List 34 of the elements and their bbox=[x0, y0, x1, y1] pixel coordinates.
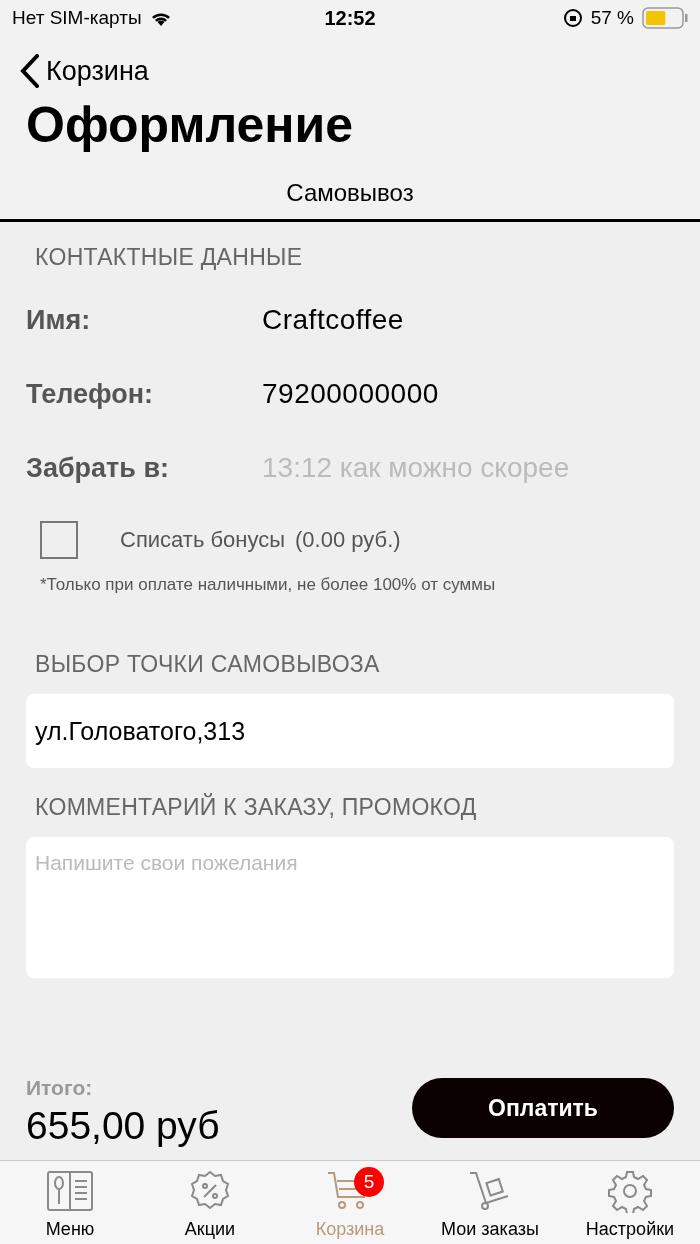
field-label: Имя: bbox=[26, 304, 92, 336]
carrier-label: Нет SIM-карты bbox=[12, 7, 142, 29]
menu-book-icon bbox=[46, 1169, 94, 1213]
tab-bar-item[interactable]: Мои заказы bbox=[420, 1161, 560, 1244]
bonus-amount: (0.00 руб.) bbox=[295, 527, 401, 553]
section-heading: ВЫБОР ТОЧКИ САМОВЫВОЗА bbox=[35, 651, 381, 678]
field-value: Craftcoffee bbox=[262, 304, 404, 336]
bonus-checkbox[interactable] bbox=[40, 521, 78, 559]
pay-button[interactable]: Оплатить bbox=[412, 1078, 674, 1138]
field-label: Забрать в: bbox=[26, 452, 171, 484]
tab-bar-item[interactable]: Корзина 5 bbox=[280, 1161, 420, 1244]
bonus-label: Списать бонусы bbox=[120, 527, 286, 553]
settings-icon bbox=[606, 1169, 654, 1213]
pickup-point-field[interactable]: ул.Головатого,313 bbox=[26, 694, 674, 768]
tab-bar-item[interactable]: Акции bbox=[140, 1161, 280, 1244]
section-heading: КОММЕНТАРИЙ К ЗАКАЗУ, ПРОМОКОД bbox=[35, 794, 478, 821]
comment-field[interactable]: Напишите свои пожелания bbox=[26, 837, 674, 978]
clock: 12:52 bbox=[324, 6, 376, 30]
chevron-left-icon bbox=[20, 54, 40, 88]
rotation-lock-icon bbox=[562, 8, 583, 28]
tab-bar-item[interactable]: Настройки bbox=[560, 1161, 700, 1244]
bonus-note: *Только при оплате наличными, не более 100% от суммы bbox=[40, 575, 497, 595]
battery-icon bbox=[642, 7, 688, 29]
delivery-tab[interactable]: Самовывоз bbox=[0, 166, 700, 222]
tab-bar-item[interactable]: Меню bbox=[0, 1161, 140, 1244]
count-badge: 5 bbox=[354, 1167, 384, 1197]
battery-percent: 57 % bbox=[590, 7, 634, 29]
page-title: Оформление bbox=[26, 96, 355, 154]
field-value: 79200000000 bbox=[262, 378, 439, 410]
field-label: Телефон: bbox=[26, 378, 155, 410]
section-heading: КОНТАКТНЫЕ ДАННЫЕ bbox=[35, 244, 304, 271]
total-amount: 655,00 руб bbox=[26, 1104, 220, 1148]
back-link[interactable]: Корзина bbox=[20, 54, 149, 88]
total-label: Итого: bbox=[26, 1076, 94, 1100]
